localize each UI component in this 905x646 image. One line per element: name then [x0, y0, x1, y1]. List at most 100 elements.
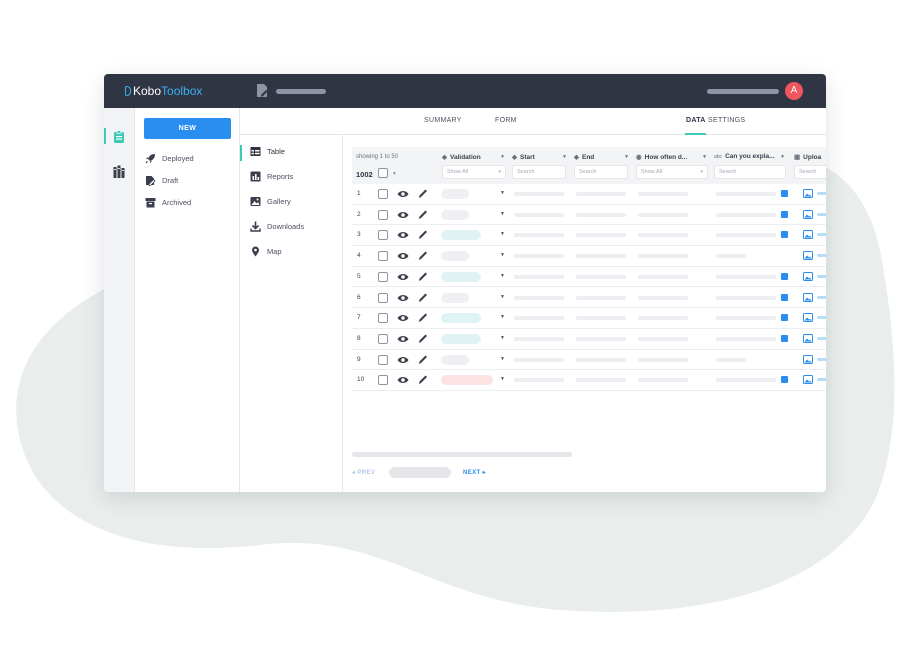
image-icon[interactable]	[803, 333, 813, 343]
chevron-down-icon[interactable]: ▼	[392, 171, 397, 177]
chevron-down-icon[interactable]: ▼	[500, 335, 505, 341]
expand-text-icon[interactable]	[781, 272, 788, 280]
start-filter-input[interactable]: Search	[512, 165, 566, 179]
chevron-down-icon[interactable]: ▼	[500, 252, 505, 258]
table-row[interactable]: 1 ▼	[352, 184, 826, 205]
end-filter-input[interactable]: Search	[574, 165, 628, 179]
edit-pencil-icon[interactable]	[418, 354, 428, 365]
image-icon[interactable]	[803, 209, 813, 219]
how-often-filter-select[interactable]: Show All ▾	[636, 165, 708, 179]
expand-text-icon[interactable]	[781, 210, 788, 218]
table-row[interactable]: 2 ▼	[352, 205, 826, 226]
validation-status-pill[interactable]	[441, 333, 481, 344]
row-checkbox[interactable]	[378, 189, 388, 199]
row-checkbox[interactable]	[378, 251, 388, 262]
column-header-how-often[interactable]: ◉ How often d...	[636, 153, 687, 161]
subnav-item-reports[interactable]: Reports	[250, 171, 293, 182]
expand-text-icon[interactable]	[781, 376, 788, 384]
library-icon[interactable]	[113, 165, 125, 178]
view-eye-icon[interactable]	[397, 189, 409, 199]
validation-status-pill[interactable]	[441, 251, 469, 262]
row-checkbox[interactable]	[378, 333, 388, 344]
row-checkbox[interactable]	[378, 292, 388, 303]
edit-pencil-icon[interactable]	[418, 312, 428, 323]
expand-text-icon[interactable]	[781, 293, 788, 301]
image-icon[interactable]	[803, 251, 813, 261]
page-selector[interactable]	[389, 467, 451, 478]
chevron-down-icon[interactable]: ▼	[500, 231, 505, 237]
chevron-down-icon[interactable]: ▼	[500, 294, 505, 300]
validation-status-pill[interactable]	[441, 313, 481, 324]
image-icon[interactable]	[803, 292, 813, 302]
subnav-item-downloads[interactable]: Downloads	[250, 221, 304, 232]
select-all-checkbox[interactable]	[378, 168, 388, 178]
view-eye-icon[interactable]	[397, 334, 409, 344]
table-row[interactable]: 5 ▼	[352, 267, 826, 288]
expand-text-icon[interactable]	[781, 190, 788, 197]
row-checkbox[interactable]	[378, 209, 388, 220]
validation-status-pill[interactable]	[441, 189, 469, 199]
kobo-logo[interactable]: KoboToolbox	[125, 84, 202, 98]
drawer-item-draft[interactable]: Draft	[145, 173, 178, 187]
validation-filter-select[interactable]: Show All ▾	[442, 165, 506, 179]
validation-status-pill[interactable]	[441, 271, 481, 282]
tab-data[interactable]: DATA	[686, 117, 706, 124]
drawer-item-deployed[interactable]: Deployed	[145, 151, 194, 165]
image-icon[interactable]	[803, 271, 813, 281]
chevron-down-icon[interactable]: ▼	[500, 356, 505, 362]
expand-text-icon[interactable]	[781, 314, 788, 322]
tab-form[interactable]: FORM	[495, 117, 517, 124]
row-checkbox[interactable]	[378, 271, 388, 282]
column-header-can-you-explain[interactable]: abc Can you expla...	[714, 153, 775, 160]
view-eye-icon[interactable]	[397, 251, 409, 261]
projects-clipboard-icon[interactable]	[113, 130, 125, 143]
view-eye-icon[interactable]	[397, 293, 409, 303]
view-eye-icon[interactable]	[397, 313, 409, 323]
view-eye-icon[interactable]	[397, 210, 409, 220]
horizontal-scrollbar[interactable]	[352, 452, 572, 457]
edit-pencil-icon[interactable]	[418, 209, 428, 220]
table-row[interactable]: 4 ▼	[352, 246, 826, 267]
table-row[interactable]: 9 ▼	[352, 350, 826, 371]
table-row[interactable]: 6 ▼	[352, 288, 826, 309]
subnav-item-map[interactable]: Map	[250, 246, 282, 257]
row-checkbox[interactable]	[378, 313, 388, 324]
image-icon[interactable]	[803, 313, 813, 323]
table-row[interactable]: 10 ▼	[352, 370, 826, 391]
image-icon[interactable]	[803, 189, 813, 198]
view-eye-icon[interactable]	[397, 355, 409, 365]
validation-status-pill[interactable]	[441, 230, 481, 241]
tab-summary[interactable]: SUMMARY	[424, 117, 462, 124]
edit-pencil-icon[interactable]	[418, 188, 428, 199]
table-row[interactable]: 3 ▼	[352, 225, 826, 247]
column-header-start[interactable]: ◆ Start	[512, 153, 535, 161]
table-row[interactable]: 7 ▼	[352, 308, 826, 329]
image-icon[interactable]	[803, 354, 813, 364]
chevron-down-icon[interactable]: ▼	[500, 376, 505, 382]
row-checkbox[interactable]	[378, 375, 388, 386]
image-icon[interactable]	[803, 375, 813, 385]
view-eye-icon[interactable]	[397, 272, 409, 282]
edit-pencil-icon[interactable]	[418, 292, 428, 303]
upload-filter-input[interactable]: Search	[794, 165, 826, 179]
column-header-upload[interactable]: ▣ Uploa	[794, 153, 821, 161]
new-button[interactable]: NEW	[144, 118, 231, 139]
chevron-down-icon[interactable]: ▼	[500, 273, 505, 279]
expand-text-icon[interactable]	[781, 231, 788, 239]
validation-status-pill[interactable]	[441, 375, 493, 386]
drawer-item-archived[interactable]: Archived	[145, 195, 191, 209]
view-eye-icon[interactable]	[397, 375, 409, 385]
prev-page-button[interactable]: ◂ PREV	[352, 469, 375, 476]
subnav-item-table[interactable]: Table	[250, 146, 285, 157]
edit-pencil-icon[interactable]	[418, 250, 428, 261]
edit-pencil-icon[interactable]	[418, 333, 428, 344]
chevron-down-icon[interactable]: ▼	[624, 154, 629, 160]
chevron-down-icon[interactable]: ▼	[562, 154, 567, 160]
chevron-down-icon[interactable]: ▼	[702, 154, 707, 160]
validation-status-pill[interactable]	[441, 209, 469, 220]
column-header-validation[interactable]: ◆ Validation	[442, 153, 481, 161]
tab-settings[interactable]: SETTINGS	[708, 117, 745, 124]
expand-text-icon[interactable]	[781, 334, 788, 342]
validation-status-pill[interactable]	[441, 292, 469, 303]
chevron-down-icon[interactable]: ▼	[500, 314, 505, 320]
